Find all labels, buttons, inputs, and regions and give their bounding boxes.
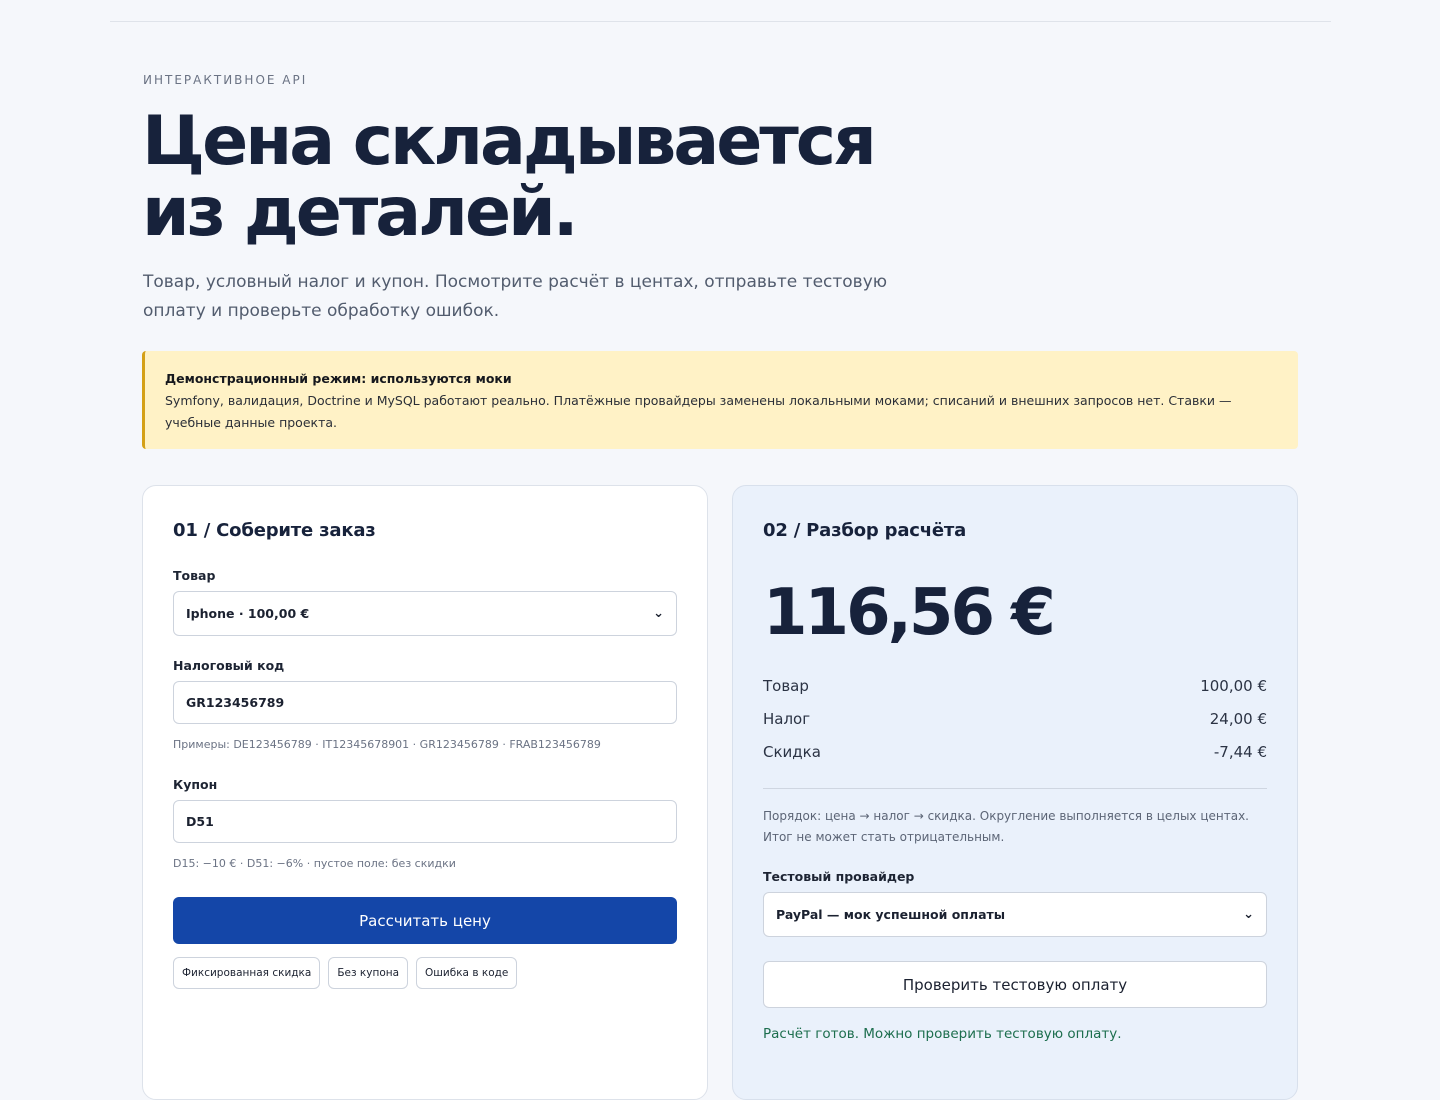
product-label: Товар [173,568,216,583]
demo-mode-notice: Демонстрационный режим: используются мок… [142,351,1298,449]
breakdown-row-label: Товар [763,677,809,695]
check-test-payment-button[interactable]: Проверить тестовую оплату [763,961,1267,1008]
preset-buttons: Фиксированная скидка Без купона Ошибка в… [173,957,518,989]
chevron-down-icon: ⌄ [1243,907,1254,922]
breakdown-card: 02 / Разбор расчёта 116,56 € Товар 100,0… [732,485,1298,1100]
page-title: Цена складывается из деталей. [142,106,902,248]
breakdown-row-product: Товар 100,00 € [763,677,1267,710]
breakdown-heading: 02 / Разбор расчёта [763,520,967,541]
breakdown-list: Товар 100,00 € Налог 24,00 € Скидка -7,4… [763,677,1267,776]
provider-select-value: PayPal — мок успешной оплаты [776,907,1006,922]
tax-code-hint: Примеры: DE123456789 · IT12345678901 · G… [173,738,601,751]
page-title-line-1: Цена складывается [142,102,877,181]
chevron-down-icon: ⌄ [653,606,664,621]
total-price: 116,56 € [763,576,1056,650]
order-card: 01 / Соберите заказ Товар Iphone · 100,0… [142,485,708,1100]
preset-no-coupon-button[interactable]: Без купона [328,957,409,989]
notice-body: Symfony, валидация, Doctrine и MySQL раб… [165,393,1232,430]
preset-code-error-button[interactable]: Ошибка в коде [416,957,518,989]
provider-label: Тестовый провайдер [763,869,915,884]
calculation-order-note: Порядок: цена → налог → скидка. Округлен… [763,809,1249,844]
breakdown-row-value: -7,44 € [1213,743,1267,761]
breakdown-row-tax: Налог 24,00 € [763,710,1267,743]
page-lede: Товар, условный налог и купон. Посмотрит… [143,272,888,321]
product-select-value: Iphone · 100,00 € [186,606,310,621]
breakdown-row-label: Налог [763,710,811,728]
provider-select[interactable]: PayPal — мок успешной оплаты ⌄ [763,892,1267,937]
preset-fixed-discount-button[interactable]: Фиксированная скидка [173,957,321,989]
breakdown-row-value: 24,00 € [1209,710,1267,728]
status-message: Расчёт готов. Можно проверить тестовую о… [763,1026,1122,1042]
coupon-input[interactable]: D51 [173,800,677,843]
coupon-value: D51 [186,814,214,829]
breakdown-row-value: 100,00 € [1200,677,1267,695]
eyebrow-label: ИНТЕРАКТИВНОЕ API [143,73,308,87]
tax-code-input[interactable]: GR123456789 [173,681,677,724]
product-select[interactable]: Iphone · 100,00 € ⌄ [173,591,677,636]
order-heading: 01 / Соберите заказ [173,520,376,541]
calculate-price-button[interactable]: Рассчитать цену [173,897,677,944]
breakdown-divider [763,788,1267,789]
notice-title: Демонстрационный режим: используются мок… [165,371,512,386]
coupon-label: Купон [173,777,218,792]
coupon-hint: D15: −10 € · D51: −6% · пустое поле: без… [173,857,456,870]
breakdown-row-label: Скидка [763,743,821,761]
breakdown-row-discount: Скидка -7,44 € [763,743,1267,776]
top-divider [110,21,1331,22]
page-title-line-2: из деталей. [142,173,579,252]
tax-code-value: GR123456789 [186,695,285,710]
tax-code-label: Налоговый код [173,658,285,673]
